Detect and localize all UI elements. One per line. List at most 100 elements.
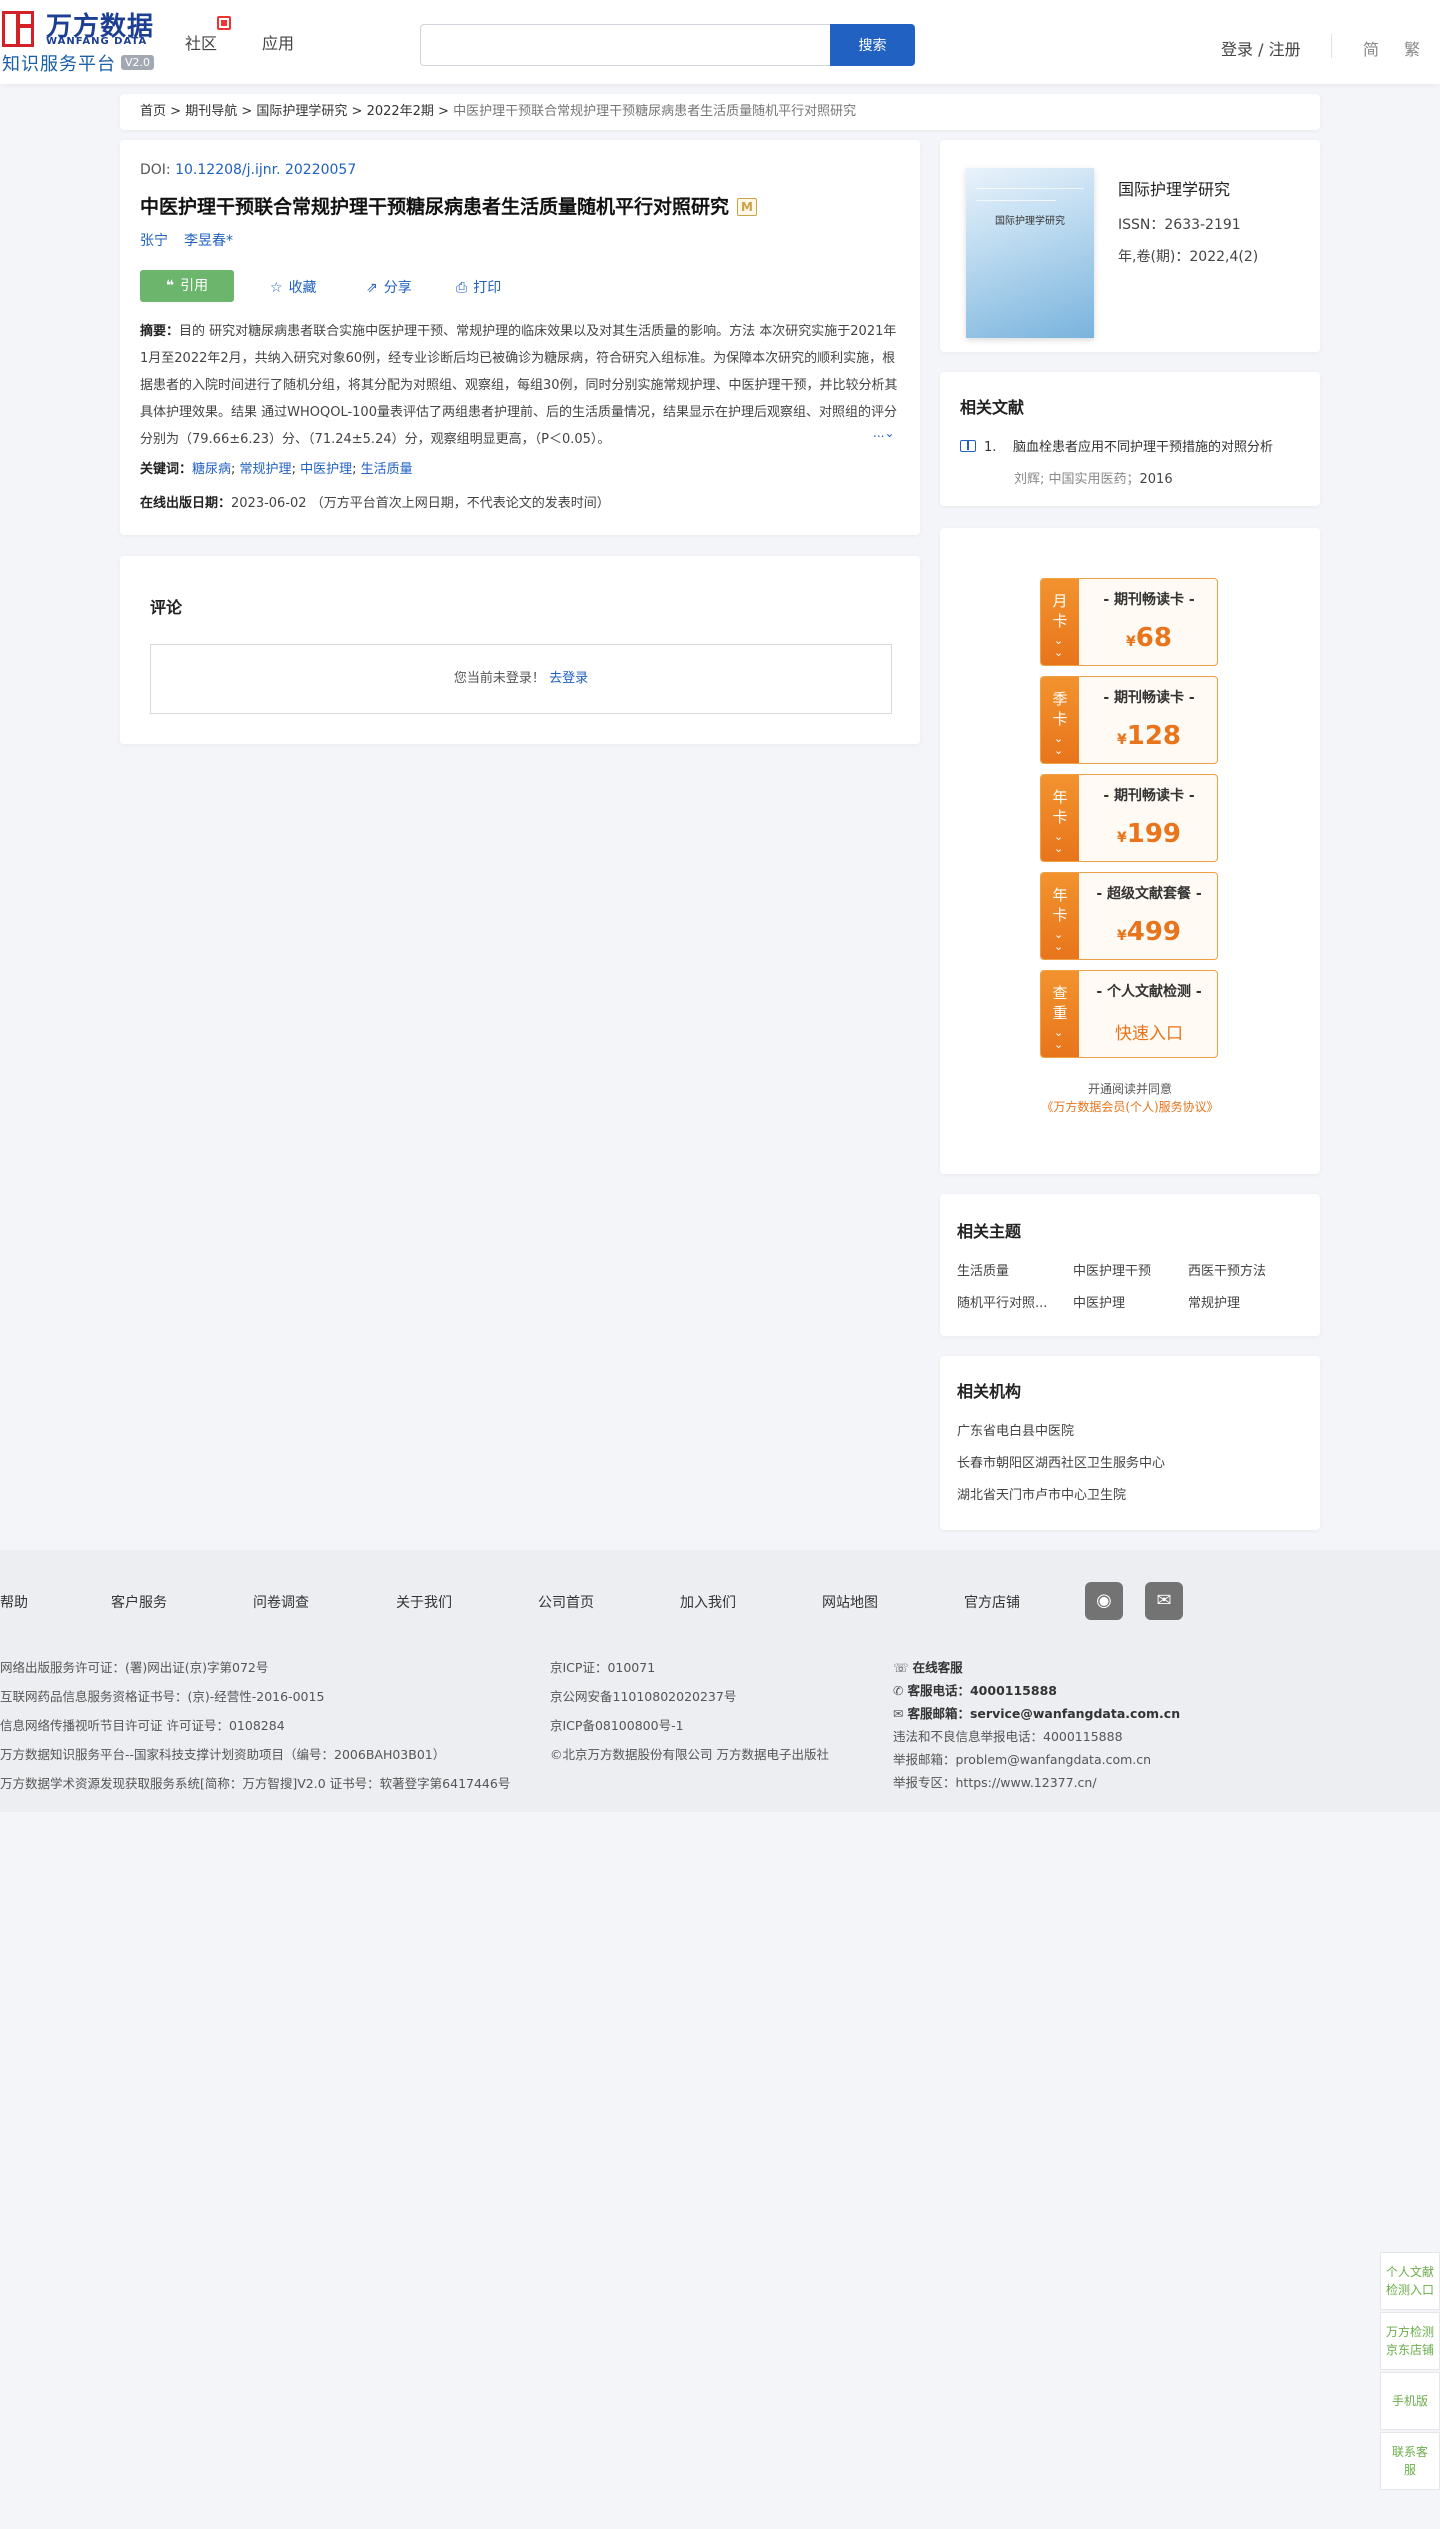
footer-icp: 京ICP证：010071 [550,1660,656,1675]
author-link[interactable]: 张宁 [140,233,168,249]
footer: 帮助 客户服务 问卷调查 关于我们 公司首页 加入我们 网站地图 官方店铺 ◉ … [0,1550,1440,1812]
card-name: - 期刊畅读卡 - [1103,788,1195,804]
topic-link[interactable]: 中医护理 [1073,1292,1125,1311]
float-mobile[interactable]: 手机版 [1380,2372,1440,2430]
breadcrumb-sep: > [433,104,454,119]
footer-link-help[interactable]: 帮助 [0,1592,28,1612]
m-badge-icon: M [737,198,758,216]
print-button[interactable]: ⎙ 打印 [456,277,501,297]
email-value: service@wanfangdata.com.cn [969,1706,1181,1721]
footer-link-company[interactable]: 公司首页 [538,1592,594,1612]
float-jd-store[interactable]: 万方检测京东店铺 [1380,2312,1440,2370]
breadcrumb-issue[interactable]: 2022年2期 [367,104,434,119]
card-price: ¥128 [1079,721,1217,751]
wanfang-logo[interactable]: 万方数据 WANFANG DATA 知识服务平台 V2.0 [0,6,160,76]
org-link[interactable]: 长春市朝阳区湖西社区卫生服务中心 [957,1452,1165,1471]
lang-traditional[interactable]: 繁 [1404,36,1420,60]
collect-label: 收藏 [288,280,317,296]
chevron-double-down-icon: ⌄ ⌄ [1054,732,1064,757]
abstract-label: 摘要： [140,324,180,339]
keyword-link[interactable]: 中医护理 [300,462,352,477]
footer-license: 万方数据知识服务平台--国家科技支撑计划资助项目（编号：2006BAH03B01… [0,1747,446,1762]
card-tag: 季卡 ⌄ ⌄ [1041,677,1079,763]
footer-link-survey[interactable]: 问卷调查 [253,1592,309,1612]
wechat-icon[interactable]: ✉ [1145,1582,1183,1620]
keywords-label: 关键词： [140,462,193,477]
breadcrumb-current: 中医护理干预联合常规护理干预糖尿病患者生活质量随机平行对照研究 [453,104,857,119]
keyword-link[interactable]: 生活质量 [361,462,413,477]
pubdate-note: （万方平台首次上网日期，不代表论文的发表时间） [310,496,610,511]
footer-link-join[interactable]: 加入我们 [680,1592,736,1612]
journal-name[interactable]: 国际护理学研究 [1118,176,1230,200]
breadcrumb: 首页 > 期刊导航 > 国际护理学研究 > 2022年2期 > 中医护理干预联合… [120,94,1320,130]
footer-link-sitemap[interactable]: 网站地图 [822,1592,878,1612]
topic-link[interactable]: 随机平行对照... [957,1292,1047,1311]
card-price: ¥68 [1079,623,1217,653]
breadcrumb-sep: > [347,104,367,119]
journal-card: 国际护理学研究 国际护理学研究 ISSN：2633-2191 年,卷(期)：20… [940,140,1320,352]
article-title-text: 中医护理干预联合常规护理干预糖尿病患者生活质量随机平行对照研究 [140,196,730,218]
quarterly-card[interactable]: 季卡 ⌄ ⌄ - 期刊畅读卡 - ¥128 [1040,676,1218,764]
weibo-icon[interactable]: ◉ [1085,1582,1123,1620]
card-name: - 期刊畅读卡 - [1103,690,1195,706]
search-button[interactable]: 搜索 [830,24,915,66]
org-link[interactable]: 湖北省天门市卢市中心卫生院 [957,1484,1126,1503]
collect-button[interactable]: ☆ 收藏 [270,277,317,297]
lang-simplified[interactable]: 简 [1363,36,1379,60]
nav-community[interactable]: 社区 [185,30,217,54]
related-year: 2016 [1139,472,1173,487]
super-package-card[interactable]: 年卡 ⌄ ⌄ - 超级文献套餐 - ¥499 [1040,872,1218,960]
tag-text: 年卡 [1052,788,1068,826]
topic-link[interactable]: 中医护理干预 [1073,1260,1151,1279]
monthly-card[interactable]: 月卡 ⌄ ⌄ - 期刊畅读卡 - ¥68 [1040,578,1218,666]
topic-link[interactable]: 西医干预方法 [1188,1260,1266,1279]
author-link[interactable]: 李昱春* [184,233,233,249]
topic-link[interactable]: 生活质量 [957,1260,1009,1279]
keyword-link[interactable]: 糖尿病 [192,462,231,477]
footer-link-store[interactable]: 官方店铺 [964,1592,1020,1612]
comment-card: 评论 您当前未登录！ 去登录 [120,556,920,744]
print-label: 打印 [473,280,502,296]
search-input[interactable] [420,24,830,66]
annual-card[interactable]: 年卡 ⌄ ⌄ - 期刊畅读卡 - ¥199 [1040,774,1218,862]
doi-link[interactable]: 10.12208/j.ijnr. 20220057 [175,162,356,178]
plagiarism-check-card[interactable]: 查重 ⌄ ⌄ - 个人文献检测 - 快速入口 [1040,970,1218,1058]
cite-button[interactable]: ❝ 引用 [140,270,234,302]
cover-decoration [976,200,1056,201]
float-doc-check[interactable]: 个人文献检测入口 [1380,2252,1440,2310]
breadcrumb-journal-nav[interactable]: 期刊导航 [185,104,237,119]
org-link[interactable]: 广东省电白县中医院 [957,1420,1074,1439]
keyword-link[interactable]: 常规护理 [240,462,292,477]
breadcrumb-journal[interactable]: 国际护理学研究 [256,104,347,119]
journal-cover[interactable]: 国际护理学研究 [966,168,1094,338]
wanfang-logo-icon [2,11,34,47]
breadcrumb-home[interactable]: 首页 [140,104,166,119]
keyword-list: 关键词：糖尿病; 常规护理; 中医护理; 生活质量 [140,462,413,477]
footer-link-customer-service[interactable]: 客户服务 [111,1592,167,1612]
online-service-label: 在线客服 [912,1660,963,1675]
card-name: - 个人文献检测 - [1096,984,1202,1000]
service-agreement-link[interactable]: 《万方数据会员(个人)服务协议》 [940,1098,1320,1115]
card-tag: 年卡 ⌄ ⌄ [1041,775,1079,861]
topic-link[interactable]: 常规护理 [1188,1292,1240,1311]
float-contact[interactable]: 联系客服 [1380,2432,1440,2490]
online-service-link[interactable]: ☏ 在线客服 [893,1657,963,1676]
login-register-link[interactable]: 登录 / 注册 [1221,36,1301,60]
header-divider [1331,34,1332,58]
footer-phone: ✆ 客服电话：4000115888 [893,1680,1057,1699]
footer-link-about[interactable]: 关于我们 [396,1592,452,1612]
report-site: 举报专区：https://www.12377.cn/ [893,1775,1097,1790]
article-title: 中医护理干预联合常规护理干预糖尿病患者生活质量随机平行对照研究 M [140,192,758,219]
share-button[interactable]: ⇗ 分享 [366,277,412,297]
report-email: 举报邮箱：problem@wanfangdata.com.cn [893,1752,1152,1767]
go-login-link[interactable]: 去登录 [549,671,588,686]
nav-apps[interactable]: 应用 [262,30,294,54]
currency-symbol: ¥ [1116,830,1127,846]
expand-abstract-button[interactable]: ...⌄ [871,426,895,440]
more-label: ... [873,426,885,440]
quick-entry-label: 快速入口 [1115,1024,1183,1044]
chevron-double-down-icon: ⌄ ⌄ [1054,928,1064,953]
related-item[interactable]: 1. 脑血栓患者应用不同护理干预措施的对照分析 [960,436,1310,455]
related-authors: 刘辉; 中国实用医药； [1014,472,1140,487]
phone-icon: ✆ [893,1683,904,1698]
